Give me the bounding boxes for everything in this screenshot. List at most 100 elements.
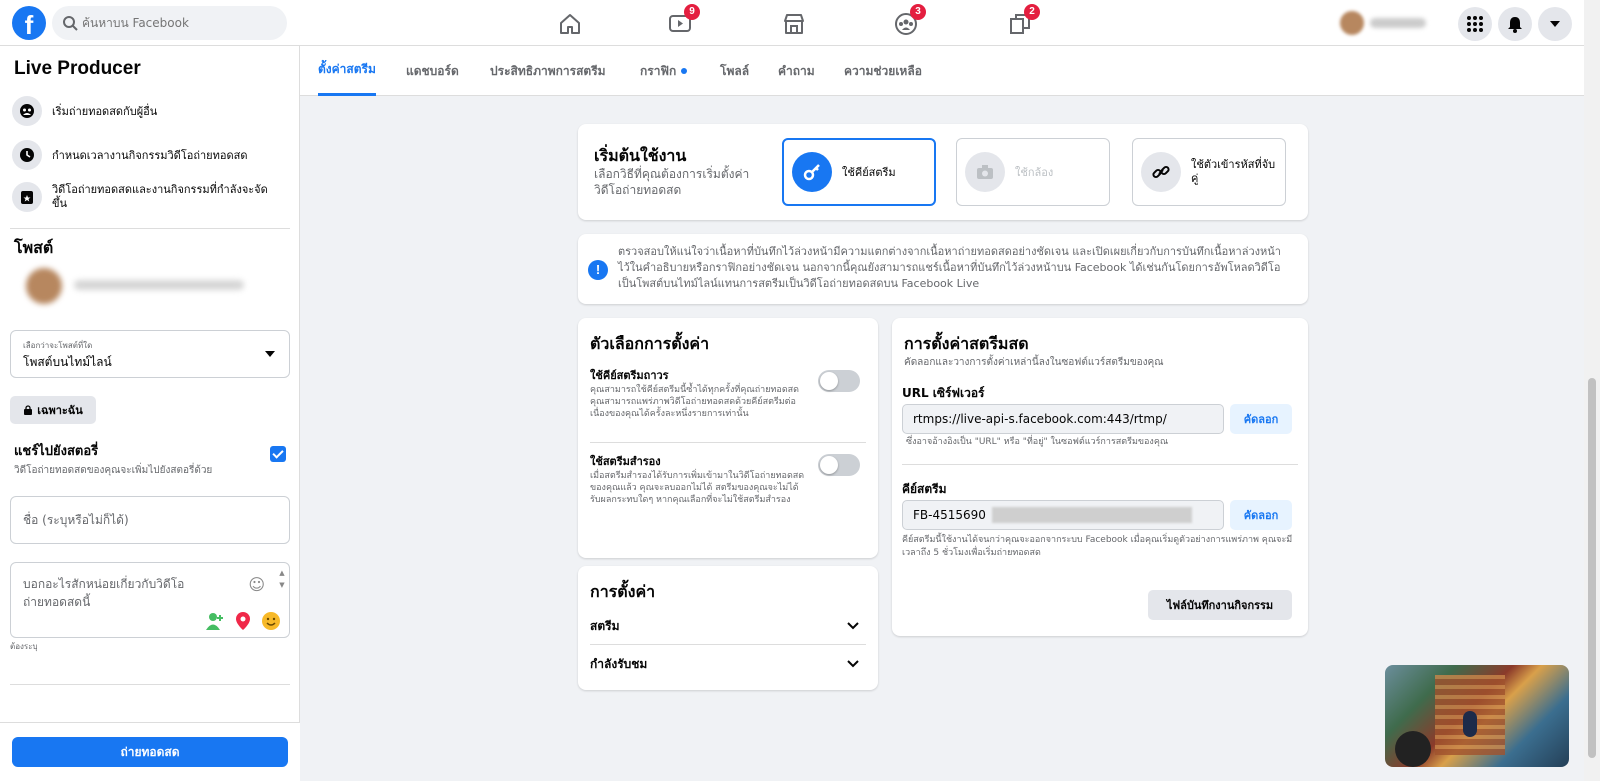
account-button[interactable] bbox=[1538, 7, 1572, 41]
option-label: ใช้กล้อง bbox=[1015, 166, 1054, 179]
post-to-value: โพสต์บนไทม์ไลน์ bbox=[23, 355, 112, 369]
persistent-key-desc: คุณสามารถใช้คีย์สตรีมนี้ซ้ำได้ทุกครั้งที… bbox=[590, 385, 800, 419]
persistent-key-toggle[interactable] bbox=[818, 370, 860, 392]
copy-stream-key-button[interactable]: คัดลอก bbox=[1230, 500, 1292, 530]
menu-button[interactable] bbox=[1458, 7, 1492, 41]
marketplace-icon bbox=[784, 14, 804, 34]
notice-text: ตรวจสอบให้แน่ใจว่าเนื้อหาที่บันทึกไว้ล่ว… bbox=[618, 245, 1281, 290]
required-label: ต้องระบุ bbox=[10, 642, 38, 651]
scrollbar-thumb[interactable] bbox=[1588, 378, 1596, 758]
event-log-button[interactable]: ไฟล์บันทึกงานกิจกรรม bbox=[1148, 590, 1292, 620]
facebook-logo-icon[interactable]: f bbox=[12, 6, 46, 40]
sidebar-item-upcoming-live[interactable]: วิดีโอถ่ายทอดสดและงานกิจกรรมที่กำลังจะจั… bbox=[12, 182, 292, 212]
top-bar: f 9 3 2 bbox=[0, 0, 1584, 46]
go-live-footer: ถ่ายทอดสด bbox=[0, 722, 300, 781]
location-pin-icon[interactable] bbox=[233, 611, 253, 631]
sidebar-item-go-live-with-others[interactable]: เริ่มถ่ายทอดสดกับผู้อื่น bbox=[12, 96, 292, 126]
dropdown-caret-icon bbox=[265, 351, 275, 357]
watch-badge: 9 bbox=[684, 4, 700, 20]
tab-label: โพลล์ bbox=[720, 63, 750, 78]
post-heading: โพสต์ bbox=[14, 240, 54, 257]
sidebar-item-schedule-live[interactable]: กำหนดเวลางานกิจกรรมวิดีโอถ่ายทอดสด bbox=[12, 140, 292, 170]
share-story-subtitle: วิดีโอถ่ายทอดสดของคุณจะเพิ่มไปยังสตอรี่ด… bbox=[14, 465, 213, 476]
emoji-outline-icon[interactable]: ☺ bbox=[248, 575, 265, 594]
nav-home[interactable] bbox=[540, 7, 600, 41]
nav-marketplace[interactable] bbox=[764, 7, 824, 41]
search-box[interactable] bbox=[52, 6, 287, 40]
tab-questions[interactable]: คำถาม bbox=[778, 46, 815, 96]
option-stream-key[interactable]: ใช้คีย์สตรีม bbox=[782, 138, 936, 206]
option-label: ใช้ตัวเข้ารหัสที่จับคู่ bbox=[1191, 158, 1276, 185]
tabs-bar: ตั้งค่าสตรีม แดชบอร์ด ประสิทธิภาพการสตรี… bbox=[300, 46, 1584, 96]
tab-graphics[interactable]: กราฟิก bbox=[640, 46, 688, 96]
share-story-checkbox[interactable] bbox=[270, 446, 286, 462]
preview-character bbox=[1463, 711, 1477, 737]
description-field[interactable]: บอกอะไรสักหน่อยเกี่ยวกับวิดีโอถ่ายทอดสดน… bbox=[10, 562, 290, 638]
backup-stream-toggle[interactable] bbox=[818, 454, 860, 476]
option-label: ใช้คีย์สตรีม bbox=[842, 166, 896, 179]
sidebar-item-label: เริ่มถ่ายทอดสดกับผู้อื่น bbox=[52, 105, 158, 118]
option-paired-encoder[interactable]: ใช้ตัวเข้ารหัสที่จับคู่ bbox=[1132, 138, 1286, 206]
camera-icon bbox=[965, 152, 1005, 192]
tab-label: ตั้งค่าสตรีม bbox=[318, 62, 376, 76]
sidebar-divider bbox=[10, 228, 290, 229]
title-field[interactable]: ชื่อ (ระบุหรือไม่ก็ได้) bbox=[10, 496, 290, 544]
left-sidebar: Live Producer เริ่มถ่ายทอดสดกับผู้อื่น ก… bbox=[0, 46, 300, 781]
description-tools bbox=[205, 611, 281, 631]
caret-down-icon bbox=[1550, 21, 1560, 27]
tab-label: คำถาม bbox=[778, 63, 815, 78]
key-icon bbox=[792, 152, 832, 192]
tab-label: แดชบอร์ด bbox=[406, 63, 459, 78]
nav-groups[interactable]: 3 bbox=[876, 4, 936, 41]
settings-row-stream[interactable]: สตรีม bbox=[590, 608, 860, 644]
go-live-button[interactable]: ถ่ายทอดสด bbox=[12, 737, 288, 767]
settings-row-label: สตรีม bbox=[590, 618, 620, 633]
avatar bbox=[1340, 11, 1364, 35]
notifications-button[interactable] bbox=[1498, 7, 1532, 41]
search-input[interactable] bbox=[82, 6, 277, 40]
chevron-down-icon bbox=[847, 660, 859, 668]
post-to-select[interactable]: เลือกว่าจะโพสต์ที่ใด โพสต์บนไทม์ไลน์ bbox=[10, 330, 290, 378]
server-url-label: URL เซิร์ฟเวอร์ bbox=[902, 386, 985, 400]
lock-icon bbox=[24, 405, 33, 415]
nav-watch[interactable]: 9 bbox=[650, 4, 710, 41]
calendar-star-icon bbox=[12, 182, 42, 212]
privacy-label: เฉพาะฉัน bbox=[37, 404, 83, 417]
bell-icon bbox=[1508, 17, 1522, 33]
tag-people-icon[interactable] bbox=[205, 611, 225, 631]
grid-menu-icon bbox=[1467, 16, 1483, 32]
privacy-button[interactable]: เฉพาะฉัน bbox=[10, 396, 96, 424]
copy-server-url-button[interactable]: คัดลอก bbox=[1230, 404, 1292, 434]
stream-key-redacted bbox=[991, 507, 1192, 523]
setup-options-card: ตัวเลือกการตั้งค่า ใช้คีย์สตรีมถาวร คุณส… bbox=[578, 318, 878, 558]
tab-stream-setup[interactable]: ตั้งค่าสตรีม bbox=[318, 46, 376, 96]
tab-stream-health[interactable]: ประสิทธิภาพการสตรีม bbox=[490, 46, 606, 96]
sidebar-item-label: กำหนดเวลางานกิจกรรมวิดีโอถ่ายทอดสด bbox=[52, 149, 248, 162]
profile-chip[interactable] bbox=[1340, 10, 1432, 36]
settings-row-viewing[interactable]: กำลังรับชม bbox=[590, 646, 860, 682]
feeling-emoji-icon[interactable] bbox=[261, 611, 281, 631]
stream-key-value: FB-4515690 bbox=[913, 508, 986, 522]
page-scrollbar[interactable] bbox=[1584, 0, 1600, 781]
share-to-story: แชร์ไปยังสตอรี่ วิดีโอถ่ายทอดสดของคุณจะเ… bbox=[14, 440, 294, 478]
setup-options-title: ตัวเลือกการตั้งค่า bbox=[590, 334, 710, 353]
tab-polls[interactable]: โพลล์ bbox=[720, 46, 749, 96]
prerecorded-notice: ! ตรวจสอบให้แน่ใจว่าเนื้อหาที่บันทึกไว้ล… bbox=[578, 234, 1308, 304]
server-url-field[interactable]: rtmps://live-api-s.facebook.com:443/rtmp… bbox=[902, 404, 1224, 434]
live-settings-title: การตั้งค่าสตรีมสด bbox=[904, 334, 1029, 353]
live-settings-subtitle: คัดลอกและวางการตั้งค่าเหล่านี้ลงในซอฟต์แ… bbox=[904, 357, 1164, 368]
backup-stream-desc: เมื่อสตรีมสำรองได้รับการเพิ่มเข้ามาในวิด… bbox=[590, 471, 805, 505]
tab-dashboard[interactable]: แดชบอร์ด bbox=[406, 46, 459, 96]
chevron-down-icon bbox=[847, 622, 859, 630]
nav-gaming[interactable]: 2 bbox=[990, 4, 1050, 41]
post-destination-page-redacted[interactable] bbox=[18, 268, 258, 304]
profile-name-redacted bbox=[1370, 18, 1426, 28]
tab-help[interactable]: ความช่วยเหลือ bbox=[844, 46, 922, 96]
textarea-scroll-arrows-icon[interactable]: ▲ ▼ bbox=[277, 567, 287, 595]
tab-label: กราฟิก bbox=[640, 63, 677, 78]
get-started-subtitle: เลือกวิธีที่คุณต้องการเริ่มตั้งค่าวิดีโอ… bbox=[594, 167, 750, 197]
stream-preview-thumbnail[interactable] bbox=[1385, 665, 1569, 767]
option-camera[interactable]: ใช้กล้อง bbox=[956, 138, 1110, 206]
stream-key-field[interactable]: FB-4515690 bbox=[902, 500, 1224, 530]
tab-label: ประสิทธิภาพการสตรีม bbox=[490, 63, 606, 78]
